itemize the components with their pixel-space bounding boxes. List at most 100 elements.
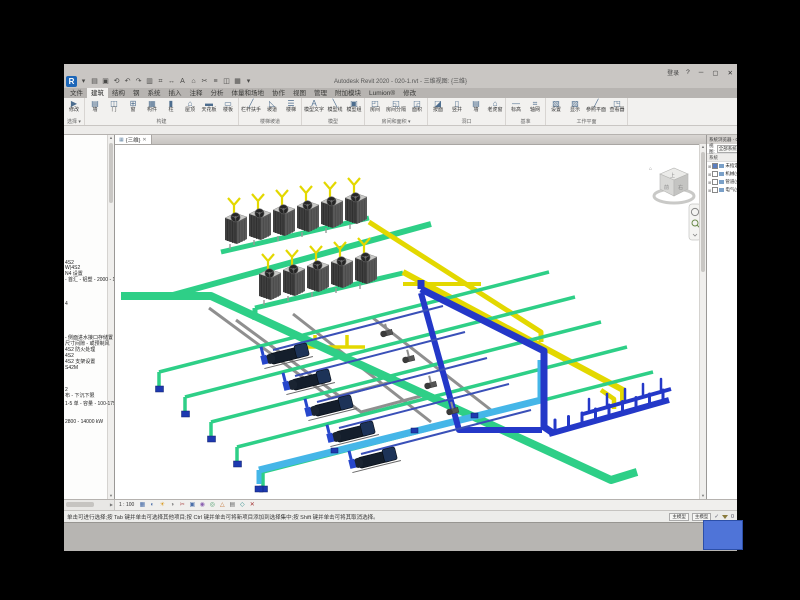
temporary-hide-isolate-icon[interactable]: ◉ [198, 501, 206, 509]
ribbon-button-查看器[interactable]: ◳查看器 [608, 99, 626, 113]
window-footer [64, 522, 737, 551]
ribbon-panel-选择 ▾: ▶修改选择 ▾ [64, 98, 85, 125]
visual-style-icon[interactable]: ◐ [148, 501, 156, 509]
scroll-up-icon[interactable]: ▲ [108, 135, 114, 141]
system-tree-row[interactable]: ⊞ 未指定(共 98 项) [707, 162, 737, 170]
shadows-icon[interactable]: ◑ [168, 501, 176, 509]
browser-tree-item[interactable]: 4 [65, 302, 68, 307]
ribbon-button-老虎窗[interactable]: ⌂老虎窗 [486, 99, 504, 113]
browser-tree-item[interactable]: S42M [65, 366, 78, 371]
ribbon-button-墙[interactable]: ▤墙 [467, 99, 485, 113]
temporary-view-properties-icon[interactable]: △ [218, 501, 226, 509]
scroll-down-icon[interactable]: ▼ [108, 493, 114, 499]
browser-tree-item[interactable]: - 首汇 - 铝塑 - 2000 - 10( [65, 278, 115, 283]
viewcube-front-label: 前 [664, 184, 669, 191]
ribbon-button-修改[interactable]: ▶修改 [65, 99, 83, 113]
system-tree-row[interactable]: ⊞机械(共 3 项) [707, 170, 737, 178]
ribbon-button-显示[interactable]: ▨显示 [566, 99, 584, 113]
view-tab-close-icon[interactable]: ✕ [142, 137, 146, 143]
expand-icon[interactable]: ⊞ [708, 164, 711, 169]
project-browser-vscrollbar[interactable]: ▲ ▼ [107, 135, 114, 499]
analytical-model-icon[interactable]: ▤ [228, 501, 236, 509]
scroll-down-icon[interactable]: ▼ [700, 493, 706, 499]
signin-label[interactable]: 登录 [667, 68, 679, 77]
tab-Lumion®[interactable]: Lumion® [365, 89, 399, 98]
close-icon[interactable]: ✕ [248, 501, 256, 509]
ribbon-button-模型组[interactable]: ▣模型组 [345, 99, 363, 113]
detail-level-icon[interactable]: ▦ [138, 501, 146, 509]
system-checkbox[interactable] [712, 163, 718, 169]
ribbon-button-竖井[interactable]: ▯竖井 [448, 99, 466, 113]
ribbon: ▶修改选择 ▾▤墙◫门⊞窗▦构件▮柱⌂屋顶▬天花板▭楼板构建╱栏杆扶手◺坡道☰楼… [64, 98, 737, 126]
ribbon-button-坡道[interactable]: ◺坡道 [263, 99, 281, 113]
ribbon-panel-楼梯坡道: ╱栏杆扶手◺坡道☰楼梯楼梯坡道 [239, 98, 302, 125]
editable-only-checkbox[interactable]: ✓ [714, 514, 719, 520]
view-tab-3d[interactable]: ▦ {三维} ✕ [115, 135, 152, 144]
browser-tree-item[interactable]: 布 - 下沉下限 [65, 394, 94, 399]
restore-button[interactable]: ▢ [710, 69, 720, 77]
valve-boxes [156, 386, 268, 492]
ribbon-button-门[interactable]: ◫门 [105, 99, 123, 113]
reveal-hidden-icon[interactable]: ◎ [208, 501, 216, 509]
system-tree-row[interactable]: ⊞ 电气(共 1 项) [707, 186, 737, 194]
ribbon-button-标高[interactable]: ―标高 [507, 99, 525, 113]
ribbon-tab-bar: 文件建筑结构钢系统插入注释分析体量和场地协作视图管理附加模块Lumion®修改 [64, 88, 737, 98]
filter-icon[interactable] [722, 515, 728, 519]
system-row-label: 未指定(共 98 项) [725, 163, 737, 169]
show-crop-icon[interactable]: ▣ [188, 501, 196, 509]
scroll-right-icon[interactable]: ▶ [110, 502, 113, 507]
ribbon-button-楼梯[interactable]: ☰楼梯 [282, 99, 300, 113]
ribbon-button-房间分隔[interactable]: ◱房间分隔 [385, 99, 407, 113]
ribbon-button-模型文字[interactable]: A模型文字 [303, 99, 325, 113]
workset-dropdown[interactable]: 主模型 [669, 513, 689, 521]
system-checkbox[interactable] [712, 187, 718, 193]
3d-model-view: 上 前 右 ⌂ [115, 144, 702, 499]
ribbon-button-轴网[interactable]: ⌗轴网 [526, 99, 544, 113]
ribbon-button-栏杆扶手[interactable]: ╱栏杆扶手 [240, 99, 262, 113]
ribbon-button-设置[interactable]: ▧设置 [547, 99, 565, 113]
ribbon-button-房间[interactable]: ◰房间 [366, 99, 384, 113]
system-row-label: 管道(共 9 项) [725, 179, 737, 185]
minimize-button[interactable]: ─ [697, 69, 706, 76]
systems-filter-dropdown[interactable]: 全部系统 [717, 145, 737, 153]
viewcube[interactable]: 上 前 右 ⌂ [649, 166, 694, 203]
system-category-icon [719, 172, 724, 176]
ribbon-button-柱[interactable]: ▮柱 [162, 99, 180, 113]
ribbon-button-墙[interactable]: ▤墙 [86, 99, 104, 113]
project-browser-panel[interactable]: ▲ ▼ 4S2W)4S2N4 设置- 首汇 - 铝塑 - 2000 - 10(4… [64, 135, 115, 499]
panel-label: 选择 ▾ [65, 119, 83, 125]
help-icon[interactable]: ? [684, 69, 692, 76]
system-checkbox[interactable] [712, 171, 718, 177]
ribbon-button-面积[interactable]: ◲面积 [408, 99, 426, 113]
ribbon-button-按面[interactable]: ◪按面 [429, 99, 447, 113]
ribbon-button-楼板[interactable]: ▭楼板 [219, 99, 237, 113]
expand-icon[interactable]: ⊞ [708, 188, 711, 193]
constraints-icon[interactable]: ◇ [238, 501, 246, 509]
drawing-area[interactable]: ▦ {三维} ✕ [115, 135, 706, 499]
system-tree-row[interactable]: ⊞ 管道(共 9 项) [707, 178, 737, 186]
view-scale-button[interactable]: 1 : 100 [119, 502, 134, 508]
canvas-vscrollbar[interactable]: ▲ ▼ [699, 144, 706, 499]
browser-tree-item[interactable]: 1-5 单 - 容量 - 100-175-CN [65, 402, 115, 407]
ribbon-panel-工作平面: ▧设置▨显示╱参照平面◳查看器工作平面 [546, 98, 628, 125]
scroll-up-icon[interactable]: ▲ [700, 144, 706, 150]
ribbon-button-构件[interactable]: ▦构件 [143, 99, 161, 113]
expand-icon[interactable]: ⊞ [708, 180, 711, 185]
ribbon-button-天花板[interactable]: ▬天花板 [200, 99, 218, 113]
sun-path-icon[interactable]: ☀ [158, 501, 166, 509]
system-row-label: 电气(共 1 项) [725, 187, 737, 193]
status-hint-text: 单击可进行选择;按 Tab 键并单击可选择其他项目;按 Ctrl 键并单击可将新… [67, 513, 669, 521]
project-browser-hscrollbar[interactable]: ▶ [64, 500, 115, 510]
window-title: Autodesk Revit 2020 - 020-1.rvt - 三维视图: … [64, 76, 737, 85]
ribbon-button-参照平面[interactable]: ╱参照平面 [585, 99, 607, 113]
browser-tree-item[interactable]: 2800 - 14000 kW [65, 420, 103, 425]
close-button[interactable]: ✕ [726, 69, 735, 77]
ribbon-button-模型线[interactable]: ╲模型线 [326, 99, 344, 113]
ribbon-button-窗[interactable]: ⊞窗 [124, 99, 142, 113]
ribbon-button-屋顶[interactable]: ⌂屋顶 [181, 99, 199, 113]
options-bar [64, 126, 737, 135]
expand-icon[interactable]: ⊞ [708, 172, 711, 177]
crop-view-icon[interactable]: ✂ [178, 501, 186, 509]
system-checkbox[interactable] [712, 179, 718, 185]
system-browser-panel[interactable]: 系统浏览器 - 020-1.rvt 视图: 全部系统 系统 ⊞未指定(共 98 … [706, 135, 737, 499]
